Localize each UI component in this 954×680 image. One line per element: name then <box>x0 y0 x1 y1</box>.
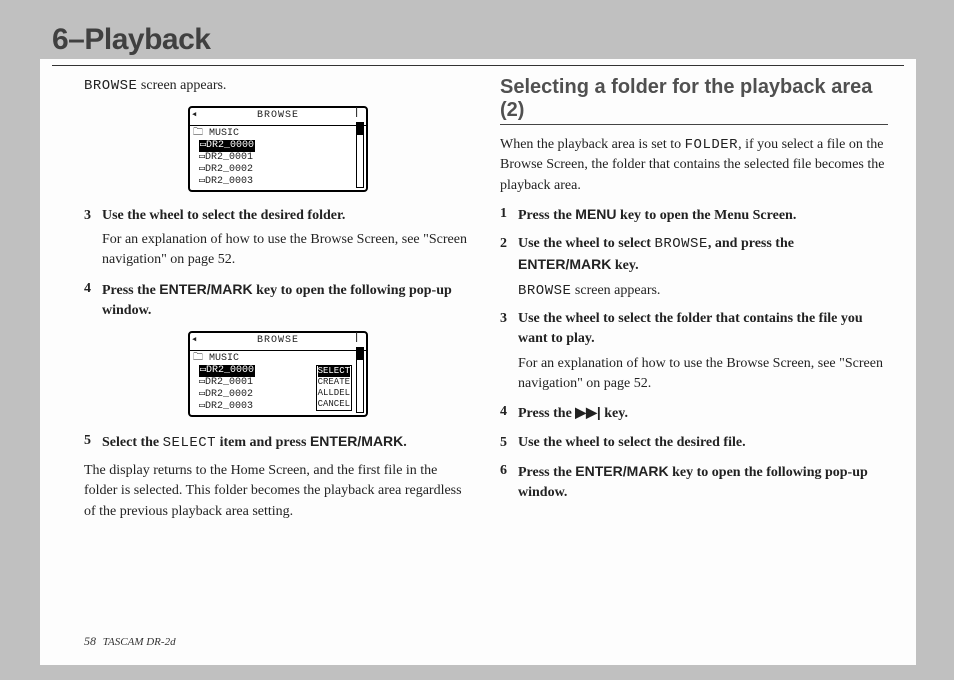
content-columns: BROWSE screen appears. BROWSE 🗀 MUSIC ▭D… <box>40 76 916 528</box>
lcd-root: 🗀 MUSIC <box>193 128 363 140</box>
step-4: 4 Press the ▶▶| key. <box>500 402 888 424</box>
lcd-item-selected: ▭DR2_0000 <box>199 365 255 377</box>
step-3-sub: For an explanation of how to use the Bro… <box>518 354 888 395</box>
popup-item-selected: SELECT <box>318 366 350 377</box>
chapter-title: 6–Playback <box>52 23 904 57</box>
left-column: BROWSE screen appears. BROWSE 🗀 MUSIC ▭D… <box>84 76 472 528</box>
lcd-body: 🗀 MUSIC ▭DR2_0000 ▭DR2_0001 ▭DR2_0002 ▭D… <box>190 126 366 190</box>
lcd-item: ▭DR2_0003 <box>193 176 363 188</box>
skip-forward-icon: ▶▶| <box>575 404 600 420</box>
scrollbar-thumb <box>357 123 363 135</box>
lcd-item: ▭DR2_0001 <box>193 152 363 164</box>
step-text: Use the wheel to select the desired fold… <box>102 206 472 226</box>
step-2-sub: BROWSE screen appears. <box>518 281 888 301</box>
popup-item: CREATE <box>318 377 350 388</box>
step-number: 3 <box>84 206 102 226</box>
step-3-sub: For an explanation of how to use the Bro… <box>102 230 472 271</box>
step-1: 1 Press the MENU key to open the Menu Sc… <box>500 204 888 226</box>
popup-item: CANCEL <box>318 399 350 410</box>
step-number: 3 <box>500 309 518 350</box>
lcd-title: BROWSE <box>190 108 366 126</box>
step-text: Use the wheel to select the desired file… <box>518 433 888 453</box>
step-number: 5 <box>84 431 102 453</box>
lcd-scrollbar <box>356 347 364 413</box>
step-text: Press the ▶▶| key. <box>518 402 888 424</box>
lcd-root: 🗀 MUSIC <box>193 353 363 365</box>
step-number: 6 <box>500 461 518 504</box>
enter-mark-key: ENTER/MARK <box>575 463 668 479</box>
manual-page: 6–Playback BROWSE screen appears. BROWSE… <box>40 15 916 665</box>
step-text: Use the wheel to select BROWSE, and pres… <box>518 234 888 277</box>
lcd-screen: BROWSE 🗀 MUSIC ▭DR2_0000 ▭DR2_0001 ▭DR2_… <box>188 106 368 192</box>
browse-appears-rest: screen appears. <box>137 78 226 93</box>
intro-paragraph: When the playback area is set to FOLDER,… <box>500 135 888 196</box>
lcd-item-selected: ▭DR2_0000 <box>199 140 255 152</box>
browse-word: BROWSE <box>84 78 137 94</box>
enter-mark-key: ENTER/MARK <box>159 281 252 297</box>
step-3: 3 Use the wheel to select the desired fo… <box>84 206 472 226</box>
step-number: 5 <box>500 433 518 453</box>
lcd-body: 🗀 MUSIC ▭DR2_0000 ▭DR2_0001 ▭DR2_0002 ▭D… <box>190 351 366 415</box>
lcd-popup: SELECT CREATE ALLDEL CANCEL <box>316 365 352 411</box>
step-4: 4 Press the ENTER/MARK key to open the f… <box>84 279 472 322</box>
step-number: 2 <box>500 234 518 277</box>
step-3: 3 Use the wheel to select the folder tha… <box>500 309 888 350</box>
page-footer: 58 TASCAM DR-2d <box>84 634 176 649</box>
folder-label: FOLDER <box>685 137 738 153</box>
step-text: Press the MENU key to open the Menu Scre… <box>518 204 888 226</box>
lcd-screen: BROWSE 🗀 MUSIC ▭DR2_0000 ▭DR2_0001 ▭DR2_… <box>188 331 368 417</box>
step-text: Press the ENTER/MARK key to open the fol… <box>518 461 888 504</box>
menu-key: MENU <box>575 206 616 222</box>
footer-label: TASCAM DR-2d <box>103 636 176 648</box>
lcd-title: BROWSE <box>190 333 366 351</box>
step-5: 5 Select the SELECT item and press ENTER… <box>84 431 472 453</box>
popup-item: ALLDEL <box>318 388 350 399</box>
enter-mark-key: ENTER/MARK <box>310 433 403 449</box>
scrollbar-thumb <box>357 348 363 360</box>
chapter-header: 6–Playback <box>40 15 916 59</box>
browse-appears-line: BROWSE screen appears. <box>84 76 472 96</box>
lcd-scrollbar <box>356 122 364 188</box>
result-paragraph: The display returns to the Home Screen, … <box>84 461 472 522</box>
step-6: 6 Press the ENTER/MARK key to open the f… <box>500 461 888 504</box>
enter-mark-key: ENTER/MARK <box>518 256 611 272</box>
step-number: 4 <box>500 402 518 424</box>
step-text: Use the wheel to select the folder that … <box>518 309 888 350</box>
step-text: Press the ENTER/MARK key to open the fol… <box>102 279 472 322</box>
select-label: SELECT <box>163 435 216 451</box>
lcd-figure-browse-popup: BROWSE 🗀 MUSIC ▭DR2_0000 ▭DR2_0001 ▭DR2_… <box>188 331 368 417</box>
header-rule <box>52 65 904 66</box>
section-heading: Selecting a folder for the playback area… <box>500 76 888 125</box>
browse-label: BROWSE <box>518 283 571 299</box>
step-number: 4 <box>84 279 102 322</box>
browse-label: BROWSE <box>654 236 707 252</box>
step-2: 2 Use the wheel to select BROWSE, and pr… <box>500 234 888 277</box>
step-number: 1 <box>500 204 518 226</box>
right-column: Selecting a folder for the playback area… <box>500 76 888 528</box>
lcd-item: ▭DR2_0002 <box>193 164 363 176</box>
step-text: Select the SELECT item and press ENTER/M… <box>102 431 472 453</box>
page-number: 58 <box>84 634 96 648</box>
lcd-figure-browse: BROWSE 🗀 MUSIC ▭DR2_0000 ▭DR2_0001 ▭DR2_… <box>188 106 368 192</box>
step-5: 5 Use the wheel to select the desired fi… <box>500 433 888 453</box>
lcd-item: ▭DR2_0000 <box>193 140 363 152</box>
